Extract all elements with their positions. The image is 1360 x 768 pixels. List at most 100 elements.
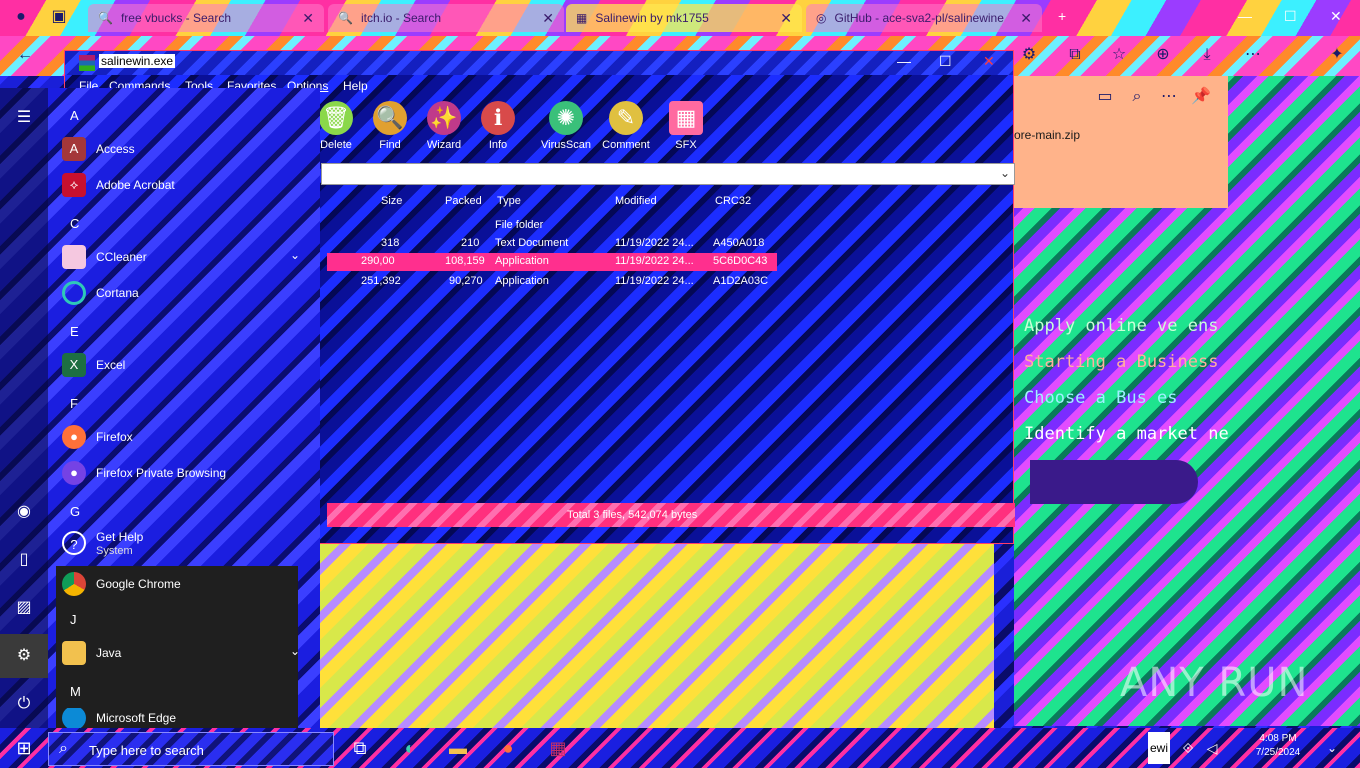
column-crc32[interactable]: CRC32 [715,195,751,207]
clock-time: 4:08 PM [1259,733,1297,744]
search-input[interactable]: ⌕ Type here to search [48,732,334,766]
chevron-down-icon[interactable]: ⌄ [1318,734,1346,762]
maximize-button[interactable]: ☐ [1284,8,1297,25]
close-window-button[interactable]: ✕ [1330,8,1342,25]
firefox-icon: ● [62,425,86,449]
collections-icon[interactable]: ⊕ [1152,44,1174,66]
split-screen-icon[interactable]: ⧉ [1064,44,1086,66]
chevron-down-icon[interactable]: ⌄ [290,248,300,262]
clock[interactable]: 4:08 PM 7/25/2024 [1238,732,1318,760]
table-row[interactable]: File folder [327,217,777,235]
hamburger-icon[interactable]: ☰ [12,106,36,130]
documents-icon[interactable]: ▯ [12,548,36,572]
download-icon[interactable]: ⤓ [1196,44,1218,66]
minimize-button[interactable]: — [1238,8,1252,24]
section-letter[interactable]: A [70,108,79,123]
column-size[interactable]: Size [381,195,402,207]
tab-salinewin[interactable]: ▦ Salinewin by mk1755 ✕ [566,4,802,32]
windows-start-icon[interactable]: ⊞ [0,728,48,768]
tab-actions-icon[interactable]: ▣ [48,6,70,28]
pictures-icon[interactable]: ▨ [12,596,36,620]
app-firefox-private[interactable]: ● Firefox Private Browsing [62,458,226,488]
column-modified[interactable]: Modified [615,195,657,207]
virusscan-button[interactable]: ✺ VirusScan [539,101,593,151]
comment-button[interactable]: ✎ Comment [599,101,653,151]
virus-scan-icon: ✺ [549,101,583,135]
section-letter[interactable]: C [70,216,79,231]
list-item[interactable]: Choose a Bus es [1024,388,1264,408]
tray-label[interactable]: ewi [1148,732,1170,764]
extensions-icon[interactable]: ⚙ [1018,44,1040,66]
app-java[interactable]: Java ⌄ [62,638,300,668]
app-excel[interactable]: X Excel [62,350,125,380]
back-icon[interactable]: ← [14,44,36,66]
cell-type: Text Document [495,237,569,249]
path-dropdown[interactable]: ⌄ [321,163,1015,185]
menu-help[interactable]: Help [343,79,368,93]
copilot-icon[interactable]: ✦ [1326,44,1348,66]
app-acrobat[interactable]: ⟡ Adobe Acrobat [62,170,175,200]
app-ccleaner[interactable]: CCleaner ⌄ [62,242,300,272]
folder-icon[interactable]: ▭ [1094,86,1116,108]
table-row[interactable]: 318 210 Text Document 11/19/2022 24... A… [327,235,777,253]
tab-free-vbucks[interactable]: 🔍 free vbucks - Search ✕ [88,4,324,32]
tab-github[interactable]: ◎ GitHub - ace-sva2-pl/salinewine ✕ [806,4,1042,32]
firefox-icon[interactable]: ● [494,734,522,762]
power-icon[interactable]: ⏻ [12,692,36,716]
maximize-button[interactable]: ☐ [939,53,952,70]
close-button[interactable]: ✕ [983,53,995,70]
section-letter[interactable]: E [70,324,79,339]
winrar-icon[interactable]: ▦ [544,734,572,762]
pin-icon[interactable]: 📌 [1190,86,1212,108]
app-get-help[interactable]: ? Get Help System [62,528,143,558]
new-tab-button[interactable]: + [1058,8,1066,24]
file-explorer-icon[interactable]: ▬ [444,734,472,762]
chevron-down-icon[interactable]: ⌄ [290,644,300,658]
chevron-down-icon[interactable]: ⌄ [1000,166,1010,180]
close-icon[interactable]: ✕ [542,10,554,27]
section-letter[interactable]: J [70,612,77,627]
user-icon[interactable]: ◉ [12,500,36,524]
table-row[interactable]: 251,392 90,270 Application 11/19/2022 24… [327,273,777,291]
profile-icon[interactable]: ● [10,6,32,28]
minimize-button[interactable]: — [897,53,911,69]
table-row[interactable]: 290,00 108,159 Application 11/19/2022 24… [327,253,777,271]
app-firefox[interactable]: ● Firefox [62,422,133,452]
wizard-button[interactable]: ✨ Wizard [417,101,471,151]
folder-icon [62,245,86,269]
column-type[interactable]: Type [497,195,521,207]
list-item[interactable]: Starting a Business [1024,352,1264,372]
download-filename[interactable]: ore-main.zip [1014,128,1080,142]
section-letter[interactable]: F [70,396,78,411]
list-item[interactable]: Identify a market ne [1024,424,1264,444]
sfx-button[interactable]: ▦ SFX [659,101,713,151]
more-icon[interactable]: ⋯ [1158,86,1180,108]
app-cortana[interactable]: Cortana [62,278,139,308]
toolbar-label: Wizard [426,139,462,151]
column-packed[interactable]: Packed [445,195,482,207]
toolbar-label: Find [379,139,401,151]
app-access[interactable]: A Access [62,134,135,164]
task-view-icon[interactable]: ⧉ [346,734,374,762]
app-microsoft-edge[interactable]: Microsoft Edge [62,708,176,728]
info-button[interactable]: ℹ Info [471,101,525,151]
tab-itch-search[interactable]: 🔍 itch.io - Search ✕ [328,4,564,32]
status-text: Total 3 files, 542,074 bytes [567,509,698,521]
app-google-chrome[interactable]: Google Chrome [56,566,298,602]
close-icon[interactable]: ✕ [780,10,792,27]
favorites-icon[interactable]: ☆ [1108,44,1130,66]
settings-icon[interactable]: ⚙ [0,634,48,678]
settings-icon[interactable]: ⋯ [1242,44,1264,66]
section-letter[interactable]: M [70,684,81,699]
close-icon[interactable]: ✕ [1020,10,1032,27]
find-button[interactable]: 🔍 Find [363,101,417,151]
close-icon[interactable]: ✕ [302,10,314,27]
section-letter[interactable]: G [70,504,80,519]
edge-icon[interactable]: ◐ [396,734,424,762]
search-icon[interactable]: ⌕ [1126,86,1148,108]
list-item[interactable]: Apply online ve ens [1024,316,1264,336]
search-icon: ⌕ [59,740,68,757]
app-label: Get Help [96,530,144,544]
dark-button[interactable] [1030,460,1198,504]
volume-icon[interactable]: ◁ [1198,734,1226,762]
